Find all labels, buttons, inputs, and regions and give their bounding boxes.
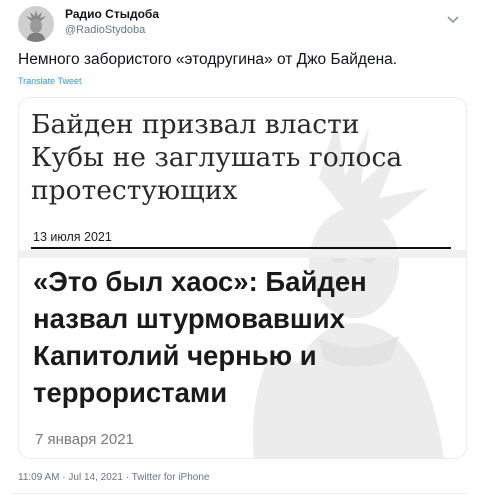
tweet-date[interactable]: Jul 14, 2021	[68, 472, 123, 483]
headline-capitol-line-1: «Это был хаос»: Байден	[33, 266, 367, 297]
author-name[interactable]: Радио Стыдоба	[65, 7, 159, 21]
tweet-media-image[interactable]: Байден призвал власти Кубы не заглушать …	[18, 97, 467, 459]
translate-tweet-link[interactable]: Translate Tweet	[18, 76, 82, 86]
headline-cuba-line-2: Кубы не заглушать голоса	[31, 142, 403, 173]
headline-cuba: Байден призвал власти Кубы не заглушать …	[31, 108, 451, 207]
author-handle[interactable]: @RadioStydoba	[65, 24, 145, 36]
avatar[interactable]	[18, 6, 54, 42]
section-separator	[19, 250, 466, 258]
tweet-text: Немного забористого «этодругина» от Джо …	[18, 51, 398, 68]
more-options-icon[interactable]	[442, 8, 464, 30]
tweet-source[interactable]: Twitter for iPhone	[132, 472, 210, 483]
tweet-header: Радио Стыдоба @RadioStydoba	[18, 6, 468, 42]
statue-avatar-icon	[18, 6, 54, 42]
tweet-meta: 11:09 AM · Jul 14, 2021 · Twitter for iP…	[18, 472, 209, 483]
headline-capitol-line-2: назвал штурмовавших	[33, 303, 345, 334]
tweet-time[interactable]: 11:09 AM	[18, 472, 60, 483]
headline-capitol-line-3: Капитолий чернью и	[33, 340, 317, 371]
headline-capitol-line-4: террористами	[33, 377, 228, 408]
divider	[12, 493, 466, 494]
headline-capitol: «Это был хаос»: Байден назвал штурмовавш…	[33, 263, 458, 411]
headline-cuba-line-1: Байден призвал власти	[31, 109, 360, 140]
headline-capitol-date: 7 января 2021	[35, 431, 134, 448]
headline-cuba-line-3: протестующих	[31, 175, 238, 206]
headline-divider	[31, 247, 451, 249]
headline-cuba-date: 13 июля 2021	[33, 230, 112, 244]
